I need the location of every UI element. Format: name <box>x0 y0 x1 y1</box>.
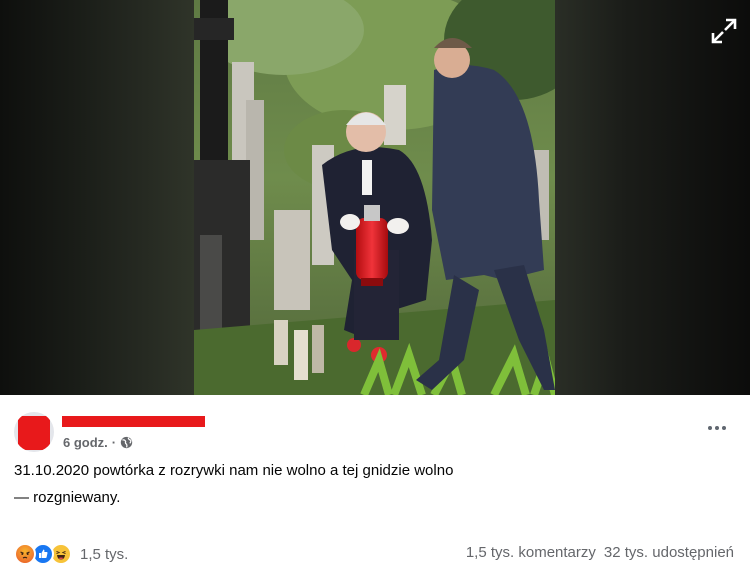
globe-icon[interactable] <box>120 436 133 449</box>
shares-count[interactable]: 32 tys. udostępnień <box>604 544 734 561</box>
post-stats: 1,5 tys. komentarzy 32 tys. udostępnień <box>466 544 734 561</box>
angry-icon <box>14 543 36 565</box>
post-timestamp[interactable]: 6 godz. <box>63 435 108 450</box>
post-media[interactable] <box>0 0 750 395</box>
post-text: 31.10.2020 powtórka z rozrywki nam nie w… <box>14 462 454 479</box>
more-dots-icon <box>708 426 712 430</box>
photo-blur-left <box>0 0 194 395</box>
author-avatar[interactable] <box>14 412 54 452</box>
meta-separator: · <box>111 435 117 450</box>
more-dots-icon <box>715 426 719 430</box>
post-feeling: — rozgniewany. <box>14 489 121 506</box>
post-card: 6 godz. · 31.10.2020 powtórka z rozrywki… <box>0 395 750 574</box>
reactions-summary[interactable]: 1,5 tys. <box>14 543 128 565</box>
expand-arrows-icon <box>711 18 737 44</box>
post-meta: 6 godz. · <box>63 435 133 450</box>
post-photo[interactable] <box>194 0 555 395</box>
photo-blur-right <box>555 0 750 395</box>
more-dots-icon <box>722 426 726 430</box>
expand-photo-button[interactable] <box>708 15 740 47</box>
comments-count[interactable]: 1,5 tys. komentarzy <box>466 544 596 561</box>
post-options-button[interactable] <box>700 417 734 439</box>
reaction-count[interactable]: 1,5 tys. <box>80 546 128 563</box>
author-name-redaction[interactable] <box>62 416 205 427</box>
avatar-redaction <box>18 416 50 450</box>
